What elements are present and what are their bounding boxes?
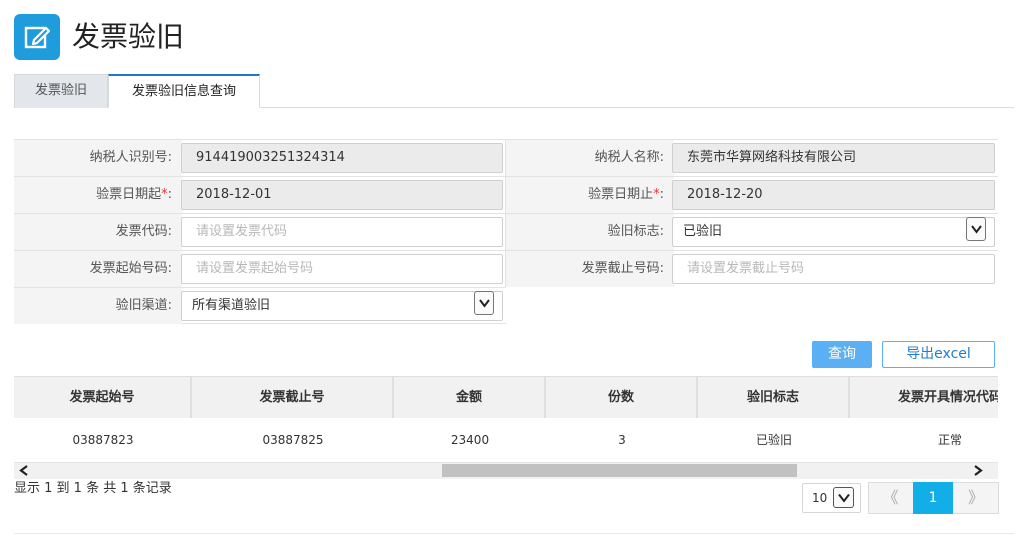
end-no-label: 发票截止号码:: [506, 251, 674, 287]
taxpayer-name-field[interactable]: 东莞市华算网络科技有限公司: [672, 143, 995, 173]
column-header-issue-code[interactable]: 发票开具情况代码: [850, 377, 998, 418]
current-page-button[interactable]: 1: [913, 482, 953, 514]
cell-end-no: 03887825: [262, 433, 324, 447]
table-header: 发票起始号 发票截止号 金额 份数 验旧标志 发票开具情况代码: [14, 376, 998, 418]
cell-count: 3: [618, 433, 626, 447]
column-header-check-flag[interactable]: 验旧标志: [698, 377, 850, 418]
app-logo: [14, 14, 60, 60]
invoice-code-input[interactable]: 请设置发票代码: [181, 217, 503, 247]
column-header-end-no[interactable]: 发票截止号: [192, 377, 394, 418]
date-start-label: 验票日期起*:: [14, 177, 182, 213]
edit-note-icon: [24, 26, 51, 49]
invoice-code-label: 发票代码:: [14, 214, 182, 250]
channel-select[interactable]: 所有渠道验旧: [181, 291, 503, 321]
page-title: 发票验旧: [72, 20, 185, 53]
form-row: 纳税人识别号: 914419003251324314 纳税人名称: 东莞市华算网…: [14, 139, 998, 176]
next-page-button[interactable]: 》: [953, 482, 999, 514]
tab-invoice-check[interactable]: 发票验旧: [14, 74, 108, 108]
scroll-right-icon[interactable]: [968, 462, 988, 479]
query-form: 纳税人识别号: 914419003251324314 纳税人名称: 东莞市华算网…: [14, 139, 998, 325]
chevron-down-icon[interactable]: [474, 291, 494, 315]
form-row: 验旧渠道: 所有渠道验旧: [14, 287, 506, 324]
scroll-left-icon[interactable]: [14, 462, 34, 479]
taxpayer-id-label: 纳税人识别号:: [14, 140, 182, 176]
taxpayer-id-field[interactable]: 914419003251324314: [181, 143, 503, 173]
date-end-label: 验票日期止*:: [506, 177, 674, 213]
query-button[interactable]: 查询: [812, 341, 872, 368]
taxpayer-name-label: 纳税人名称:: [506, 140, 674, 176]
column-header-amount[interactable]: 金额: [394, 377, 546, 418]
label-colon: :: [659, 187, 664, 202]
prev-page-button[interactable]: 《: [868, 482, 913, 514]
table-row[interactable]: 03887823 03887825 23400 3 已验旧 正常: [14, 418, 998, 462]
date-end-label-text: 验票日期止: [588, 187, 654, 202]
export-excel-button[interactable]: 导出excel: [882, 341, 995, 368]
cell-check-flag: 已验旧: [755, 433, 792, 447]
form-row: 验票日期起*: 2018-12-01 验票日期止*: 2018-12-20: [14, 176, 998, 213]
scrollbar-thumb[interactable]: [442, 464, 797, 477]
date-start-field[interactable]: 2018-12-01: [181, 180, 503, 210]
form-row: 发票起始号码: 请设置发票起始号码 发票截止号码: 请设置发票截止号码: [14, 250, 998, 287]
end-no-input[interactable]: 请设置发票截止号码: [672, 254, 995, 284]
start-no-label: 发票起始号码:: [14, 251, 182, 287]
column-header-start-no[interactable]: 发票起始号: [14, 377, 192, 418]
date-start-label-text: 验票日期起: [96, 187, 162, 202]
tab-invoice-check-query[interactable]: 发票验旧信息查询: [108, 74, 260, 108]
column-header-count[interactable]: 份数: [546, 377, 698, 418]
date-end-field[interactable]: 2018-12-20: [672, 180, 995, 210]
check-flag-label: 验旧标志:: [506, 214, 674, 250]
cell-amount: 23400: [450, 433, 490, 447]
start-no-input[interactable]: 请设置发票起始号码: [181, 254, 503, 284]
form-row: 发票代码: 请设置发票代码 验旧标志: 已验旧: [14, 213, 998, 250]
cell-issue-code: 正常: [937, 433, 962, 447]
label-colon: :: [167, 187, 172, 202]
channel-label: 验旧渠道:: [14, 288, 182, 324]
chevron-down-icon[interactable]: [966, 217, 986, 241]
records-summary: 显示 1 到 1 条 共 1 条记录: [14, 481, 172, 496]
cell-start-no: 03887823: [72, 433, 134, 447]
check-flag-select[interactable]: 已验旧: [672, 217, 995, 247]
footer-divider: [14, 533, 1014, 534]
chevron-down-icon[interactable]: [833, 487, 854, 508]
